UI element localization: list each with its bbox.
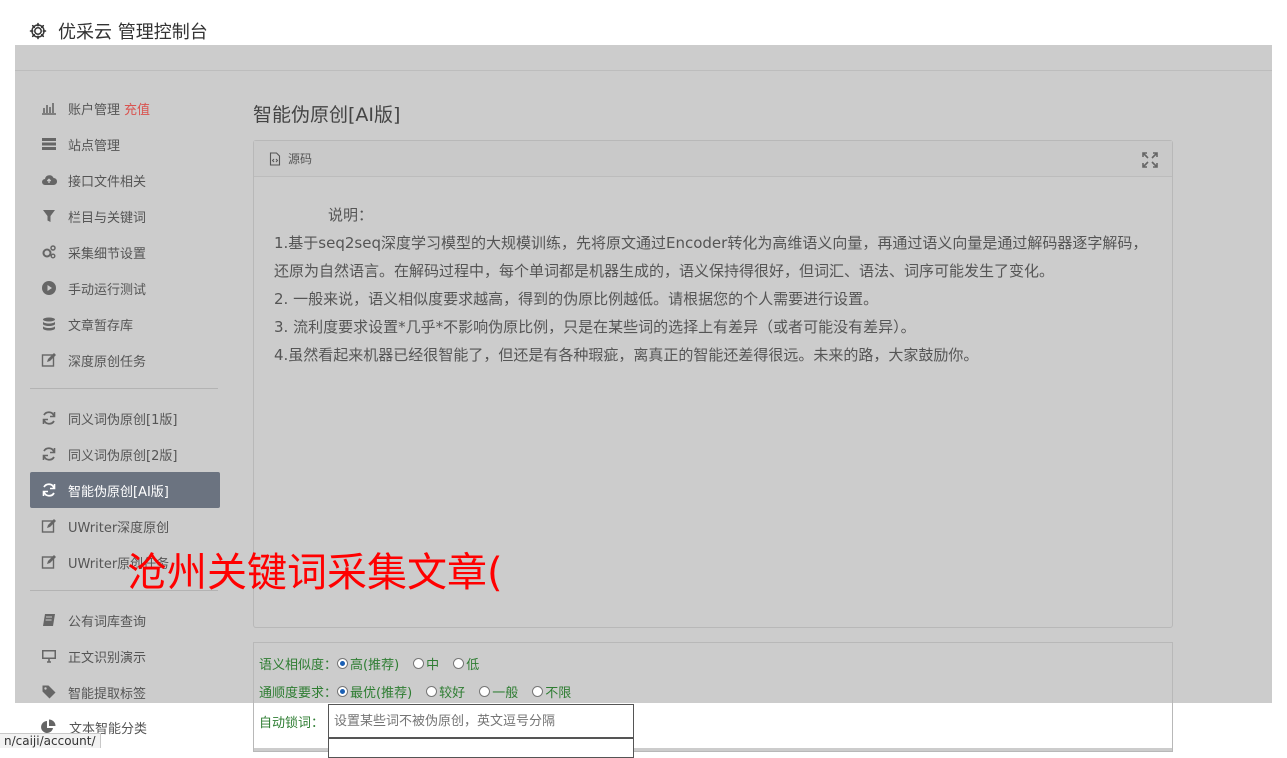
sidebar-item-label: 公有词库查询	[68, 614, 147, 630]
document-code-icon	[269, 151, 281, 166]
sidebar-item-text-recognition[interactable]: 正文识别演示	[30, 638, 220, 674]
sidebar-item-manual-run[interactable]: 手动运行测试	[30, 270, 220, 306]
option-label: 中	[426, 658, 440, 673]
option-label: 低	[466, 658, 480, 673]
panel-header: 源码	[254, 141, 1172, 177]
sidebar-item-account[interactable]: 账户管理 充值	[30, 90, 220, 126]
radio-unchecked[interactable]	[413, 658, 425, 669]
fullscreen-icon[interactable]	[1142, 152, 1158, 168]
bar-chart-icon	[40, 99, 58, 117]
sidebar-divider	[30, 388, 218, 389]
option-label: 一般	[492, 686, 519, 701]
sidebar-item-label: 智能提取标签	[68, 686, 147, 702]
panel-content: 说明： 1.基于seq2seq深度学习模型的大规模训练，先将原文通过Encode…	[254, 177, 1172, 369]
option-label: 不限	[545, 686, 572, 701]
sidebar-item-label: 账户管理	[68, 102, 121, 118]
desc-heading: 说明：	[298, 206, 374, 224]
sidebar-item-label: UWriter深度原创	[68, 520, 170, 536]
fluency-option-unlimited[interactable]: 不限	[532, 682, 571, 701]
tag-icon	[40, 683, 58, 701]
radio-unchecked[interactable]	[453, 658, 465, 669]
radio-unchecked[interactable]	[479, 686, 491, 697]
fluency-option-good[interactable]: 较好	[426, 682, 465, 701]
sidebar-item-public-lexicon[interactable]: 公有词库查询	[30, 602, 220, 638]
option-label: 较好	[439, 686, 466, 701]
desc-line-3: 3. 流利度要求设置*几乎*不影响伪原比例，只是在某些词的选择上有差异（或者可能…	[274, 318, 916, 336]
sidebar-item-columns-keywords[interactable]: 栏目与关键词	[30, 198, 220, 234]
sidebar-item-label: 站点管理	[68, 138, 121, 154]
lock-words-label: 自动锁词：	[259, 716, 325, 731]
server-icon	[40, 135, 58, 153]
fluency-label: 通顺度要求：	[259, 686, 338, 701]
sidebar-item-extract-tags[interactable]: 智能提取标签	[30, 674, 220, 710]
sidebar-item-sites[interactable]: 站点管理	[30, 126, 220, 162]
refresh-icon	[40, 481, 58, 499]
header-divider	[15, 70, 1272, 71]
app-title: 优采云 管理控制台	[58, 22, 208, 43]
similarity-label: 语义相似度：	[259, 658, 338, 673]
sidebar-item-deep-original[interactable]: 深度原创任务	[30, 342, 220, 378]
sidebar-item-label: 手动运行测试	[68, 282, 147, 298]
option-label: 高(推荐)	[350, 658, 400, 673]
similarity-row: 语义相似度： 高(推荐) 中 低	[259, 654, 493, 673]
similarity-option-medium[interactable]: 中	[413, 654, 439, 673]
similarity-option-high[interactable]: 高(推荐)	[337, 654, 399, 673]
desc-line-2: 2. 一般来说，语义相似度要求越高，得到的伪原比例越低。请根据您的个人需要进行设…	[274, 290, 879, 308]
sidebar-item-label: 文章暂存库	[68, 318, 134, 334]
sidebar-item-synonym-v1[interactable]: 同义词伪原创[1版]	[30, 400, 220, 436]
gear-icon	[29, 22, 47, 40]
sidebar-item-label: 深度原创任务	[68, 354, 147, 370]
fluency-row: 通顺度要求： 最优(推荐) 较好 一般 不限	[259, 682, 585, 701]
desc-line-1: 1.基于seq2seq深度学习模型的大规模训练，先将原文通过Encoder转化为…	[274, 234, 1148, 280]
option-label: 最优(推荐)	[350, 686, 413, 701]
similarity-option-low[interactable]: 低	[453, 654, 479, 673]
top-bar: 优采云 管理控制台	[0, 0, 1287, 45]
refresh-icon	[40, 409, 58, 427]
fluency-option-best[interactable]: 最优(推荐)	[337, 682, 412, 701]
sidebar-item-label: 同义词伪原创[2版]	[68, 448, 178, 464]
edit-icon	[40, 351, 58, 369]
sidebar-item-synonym-v2[interactable]: 同义词伪原创[2版]	[30, 436, 220, 472]
sidebar-item-label: 栏目与关键词	[68, 210, 147, 226]
right-gutter	[1272, 45, 1287, 703]
sidebar-item-collect-settings[interactable]: 采集细节设置	[30, 234, 220, 270]
refresh-icon	[40, 445, 58, 463]
cogs-icon	[40, 243, 58, 261]
edit-icon	[40, 553, 58, 571]
radio-unchecked[interactable]	[426, 686, 438, 697]
sidebar-item-article-storage[interactable]: 文章暂存库	[30, 306, 220, 342]
sidebar-item-label: 接口文件相关	[68, 174, 147, 190]
book-icon	[40, 611, 58, 629]
page-title: 智能伪原创[AI版]	[253, 104, 401, 126]
sidebar-item-uwriter-deep[interactable]: UWriter深度原创	[30, 508, 220, 544]
monitor-icon	[40, 647, 58, 665]
cloud-upload-icon	[40, 171, 58, 189]
radio-unchecked[interactable]	[532, 686, 544, 697]
lock-words-input[interactable]	[328, 704, 634, 738]
sidebar-item-ai-rewrite[interactable]: 智能伪原创[AI版]	[30, 472, 220, 508]
status-bar-url: n/caiji/account/	[0, 733, 101, 748]
sidebar-item-label: 智能伪原创[AI版]	[68, 484, 169, 500]
sidebar-item-label: 同义词伪原创[1版]	[68, 412, 178, 428]
recharge-link[interactable]: 充值	[124, 99, 150, 118]
sidebar-item-label: 采集细节设置	[68, 246, 147, 262]
database-icon	[40, 315, 58, 333]
watermark-text: 沧州关键词采集文章(	[127, 550, 503, 596]
filter-icon	[40, 207, 58, 225]
play-circle-icon	[40, 279, 58, 297]
brand[interactable]: 优采云 管理控制台	[28, 14, 208, 48]
secondary-input[interactable]	[328, 738, 634, 758]
fluency-option-normal[interactable]: 一般	[479, 682, 518, 701]
sidebar-item-interface[interactable]: 接口文件相关	[30, 162, 220, 198]
edit-icon	[40, 517, 58, 535]
desc-line-4: 4.虽然看起来机器已经很智能了，但还是有各种瑕疵，离真正的智能还差得很远。未来的…	[274, 346, 979, 364]
radio-checked[interactable]	[337, 658, 349, 669]
source-tab[interactable]: 源码	[288, 150, 312, 167]
sidebar: 账户管理 充值 站点管理 接口文件相关 栏目与关键词 采集细节设置 手动运行测试…	[30, 90, 220, 710]
sidebar-item-label: 正文识别演示	[68, 650, 147, 666]
radio-checked[interactable]	[337, 686, 349, 697]
